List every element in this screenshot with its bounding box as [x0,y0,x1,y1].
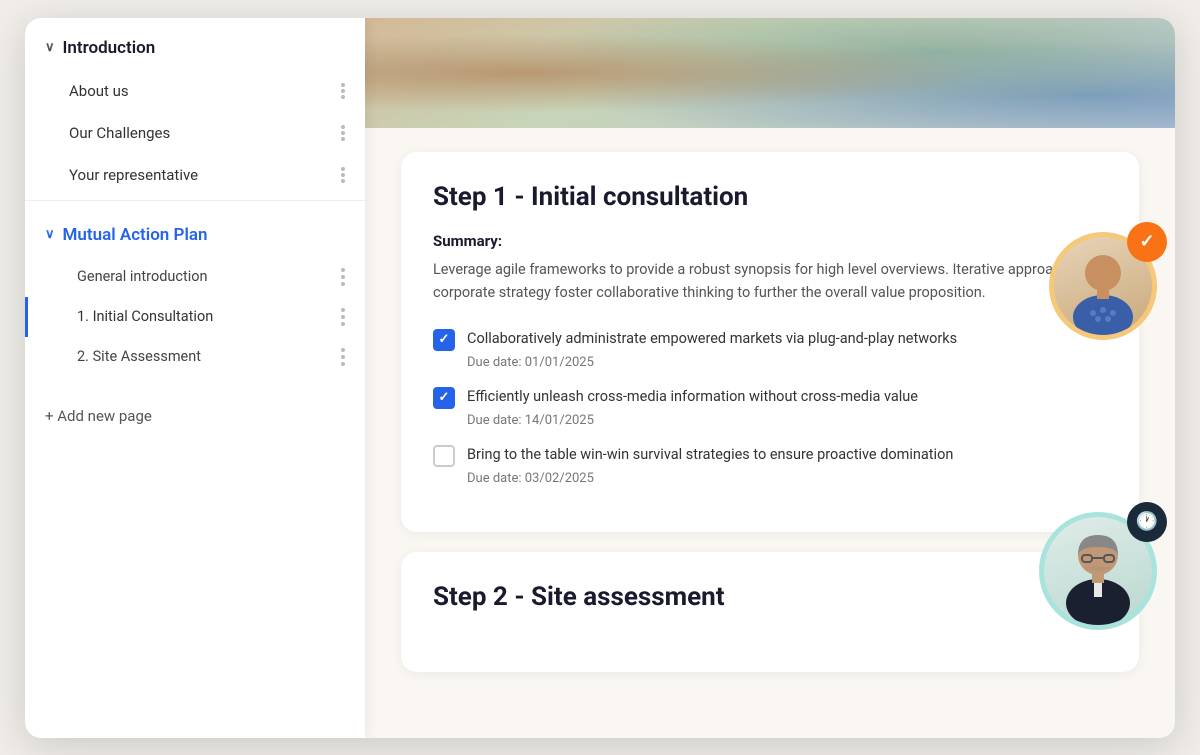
sidebar-item-your-representative[interactable]: Your representative [25,154,365,196]
task-2-text: Efficiently unleash cross-media informat… [467,386,918,408]
sidebar-item-our-challenges[interactable]: Our Challenges [25,112,365,154]
task-3-text: Bring to the table win-win survival stra… [467,444,953,466]
sidebar-subitem-initial-consultation[interactable]: 1. Initial Consultation [25,297,365,337]
sidebar-subitem-general-intro-label: General introduction [77,268,208,285]
sidebar-header-map[interactable]: ∨ Mutual Action Plan [25,205,365,257]
add-new-page-button[interactable]: + Add new page [25,389,365,443]
sidebar-introduction-label: Introduction [63,38,156,58]
task-item-3: Bring to the table win-win survival stra… [433,444,1107,486]
avatar-2-clock-badge: 🕐 [1127,502,1167,542]
avatar-group-2: 🕐 [1039,512,1157,630]
avatar-1-check-badge: ✓ [1127,222,1167,262]
sidebar-subitem-site-assessment[interactable]: 2. Site Assessment [25,337,365,377]
task-row-2: ✓ Efficiently unleash cross-media inform… [433,386,1107,409]
add-new-page-label: + Add new page [45,407,152,425]
sidebar-subitem-initial-consultation-label: 1. Initial Consultation [77,308,213,325]
sidebar-item-your-representative-label: Your representative [69,166,198,184]
avatar-wrapper-1: ✓ [1049,232,1157,340]
initial-consultation-menu-icon[interactable] [341,308,345,326]
checkmark-icon-2: ✓ [439,390,450,405]
task-3-checkbox[interactable] [433,445,455,467]
step1-title: Step 1 - Initial consultation [433,182,1107,212]
about-us-menu-icon[interactable] [341,83,345,99]
our-challenges-menu-icon[interactable] [341,125,345,141]
sidebar-divider [25,200,365,201]
step1-summary-label: Summary: [433,232,1107,250]
checkmark-icon: ✓ [439,332,450,347]
your-representative-menu-icon[interactable] [341,167,345,183]
sidebar-header-introduction[interactable]: ∨ Introduction [25,18,365,70]
chevron-map-icon: ∨ [45,227,55,242]
sidebar-map-label: Mutual Action Plan [63,225,208,245]
step1-summary-text: Leverage agile frameworks to provide a r… [433,258,1107,304]
chevron-introduction-icon: ∨ [45,40,55,55]
sidebar-subitem-general-intro[interactable]: General introduction [25,257,365,297]
avatar-group-1: ✓ [1049,232,1157,340]
task-row-1: ✓ Collaboratively administrate empowered… [433,328,1107,351]
avatar-2-person-svg [1048,525,1148,625]
task-item-1: ✓ Collaboratively administrate empowered… [433,328,1107,370]
content-area: Step 1 - Initial consultation Summary: L… [365,128,1175,716]
hero-image [365,18,1175,128]
main-content: Step 1 - Initial consultation Summary: L… [365,18,1175,738]
step2-card: Step 2 - Site assessment [401,552,1139,672]
site-assessment-menu-icon[interactable] [341,348,345,366]
step1-card: Step 1 - Initial consultation Summary: L… [401,152,1139,532]
task-1-due: Due date: 01/01/2025 [433,355,1107,370]
step2-title: Step 2 - Site assessment [433,582,1107,612]
task-1-text: Collaboratively administrate empowered m… [467,328,957,350]
task-row-3: Bring to the table win-win survival stra… [433,444,1107,467]
sidebar-subitem-site-assessment-label: 2. Site Assessment [77,348,201,365]
hero-image-inner [365,18,1175,128]
general-intro-menu-icon[interactable] [341,268,345,286]
sidebar-section-map: ∨ Mutual Action Plan General introductio… [25,205,365,377]
sidebar-item-about-us-label: About us [69,82,129,100]
avatar-wrapper-2: 🕐 [1039,512,1157,630]
sidebar-item-about-us[interactable]: About us [25,70,365,112]
sidebar: ∨ Introduction About us Our Challenges Y… [25,18,365,738]
task-1-checkbox[interactable]: ✓ [433,329,455,351]
task-item-2: ✓ Efficiently unleash cross-media inform… [433,386,1107,428]
sidebar-section-introduction: ∨ Introduction About us Our Challenges Y… [25,18,365,196]
task-2-due: Due date: 14/01/2025 [433,413,1107,428]
sidebar-item-our-challenges-label: Our Challenges [69,124,170,142]
task-2-checkbox[interactable]: ✓ [433,387,455,409]
app-container: ∨ Introduction About us Our Challenges Y… [25,18,1175,738]
task-3-due: Due date: 03/02/2025 [433,471,1107,486]
